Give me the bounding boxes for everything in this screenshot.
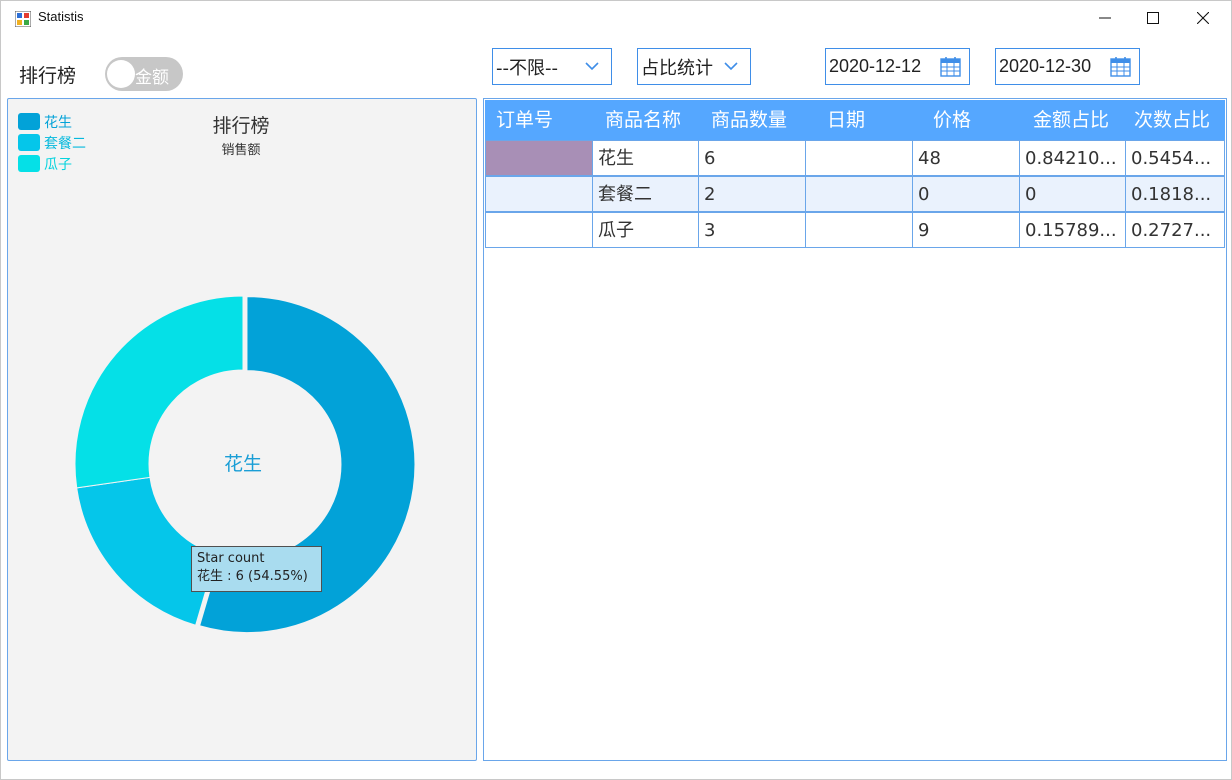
column-header-count-ratio[interactable]: 次数占比 <box>1134 100 1210 140</box>
toggle-label: 金额 <box>135 68 169 88</box>
table-cell[interactable]: 花生 <box>592 140 699 176</box>
donut-chart[interactable] <box>8 99 476 760</box>
table-cell[interactable] <box>485 176 593 212</box>
chevron-down-icon <box>724 62 738 71</box>
start-date-value: 2020-12-12 <box>829 56 922 76</box>
table-cell[interactable]: 0.5454... <box>1125 140 1225 176</box>
column-header-price[interactable]: 价格 <box>933 100 971 140</box>
table-cell[interactable] <box>485 212 593 248</box>
table-cell[interactable]: 套餐二 <box>592 176 699 212</box>
filter-dropdown[interactable]: --不限-- <box>492 48 612 85</box>
close-icon <box>1197 12 1209 24</box>
maximize-button[interactable] <box>1128 1 1178 35</box>
amount-toggle[interactable]: 金额 <box>105 57 183 91</box>
statistics-window: Statistis 排行榜 金额 --不限-- 占比统计 2020-12-12 <box>0 0 1232 780</box>
table-cell[interactable] <box>805 176 913 212</box>
end-date-picker[interactable]: 2020-12-30 <box>995 48 1140 85</box>
column-header-amount-ratio[interactable]: 金额占比 <box>1033 100 1109 140</box>
chart-title: 排行榜 <box>212 115 270 137</box>
stat-type-dropdown[interactable]: 占比统计 <box>637 48 751 85</box>
calendar-icon[interactable] <box>1110 56 1131 77</box>
table-cell[interactable]: 0.84210... <box>1019 140 1126 176</box>
table-cell[interactable]: 9 <box>912 212 1020 248</box>
grid-header: 订单号 商品名称 商品数量 日期 价格 金额占比 次数占比 <box>485 100 1225 140</box>
table-cell[interactable]: 0.1818... <box>1125 176 1225 212</box>
table-row[interactable]: 套餐二 2 0 0 0.1818... <box>485 176 1225 212</box>
chart-subtitle: 销售额 <box>221 143 261 158</box>
chart-tooltip: Star count 花生 : 6 (54.55%) <box>191 546 322 592</box>
toggle-knob <box>107 60 135 88</box>
ranking-label: 排行榜 <box>19 65 77 87</box>
chevron-down-icon <box>585 62 599 71</box>
table-row[interactable]: 花生 6 48 0.84210... 0.5454... <box>485 140 1225 176</box>
close-button[interactable] <box>1178 1 1228 35</box>
app-icon <box>15 11 31 27</box>
start-date-picker[interactable]: 2020-12-12 <box>825 48 970 85</box>
minimize-icon <box>1099 17 1111 19</box>
column-header-product-name[interactable]: 商品名称 <box>605 100 681 140</box>
calendar-icon[interactable] <box>940 56 961 77</box>
column-header-order-id[interactable]: 订单号 <box>496 100 553 140</box>
tooltip-title: Star count <box>197 551 265 566</box>
table-row[interactable]: 瓜子 3 9 0.15789... 0.2727... <box>485 212 1225 248</box>
donut-center-label: 花生 <box>223 453 262 475</box>
table-cell[interactable]: 3 <box>698 212 806 248</box>
column-header-date[interactable]: 日期 <box>827 100 865 140</box>
table-cell[interactable]: 2 <box>698 176 806 212</box>
tooltip-text: 花生 : 6 (54.55%) <box>197 569 308 584</box>
table-cell[interactable] <box>805 212 913 248</box>
title-bar[interactable]: Statistis <box>1 1 1231 35</box>
stat-type-dropdown-value: 占比统计 <box>641 57 713 79</box>
table-cell[interactable]: 0 <box>912 176 1020 212</box>
filter-dropdown-value: --不限-- <box>496 57 558 79</box>
minimize-button[interactable] <box>1080 1 1130 35</box>
table-cell[interactable]: 0 <box>1019 176 1126 212</box>
table-cell[interactable]: 0.15789... <box>1019 212 1126 248</box>
table-cell[interactable] <box>485 140 593 176</box>
end-date-value: 2020-12-30 <box>999 56 1092 76</box>
table-cell[interactable]: 瓜子 <box>592 212 699 248</box>
table-cell[interactable]: 0.2727... <box>1125 212 1225 248</box>
data-grid: 订单号 商品名称 商品数量 日期 价格 金额占比 次数占比 花生 6 48 0.… <box>483 98 1227 761</box>
maximize-icon <box>1147 12 1159 24</box>
table-cell[interactable]: 48 <box>912 140 1020 176</box>
chart-panel: 花生 套餐二 瓜子 排行榜 销售额 花生 Star count 花生 : 6 (… <box>7 98 477 761</box>
window-title: Statistis <box>38 9 84 24</box>
table-cell[interactable]: 6 <box>698 140 806 176</box>
column-header-quantity[interactable]: 商品数量 <box>711 100 787 140</box>
table-cell[interactable] <box>805 140 913 176</box>
